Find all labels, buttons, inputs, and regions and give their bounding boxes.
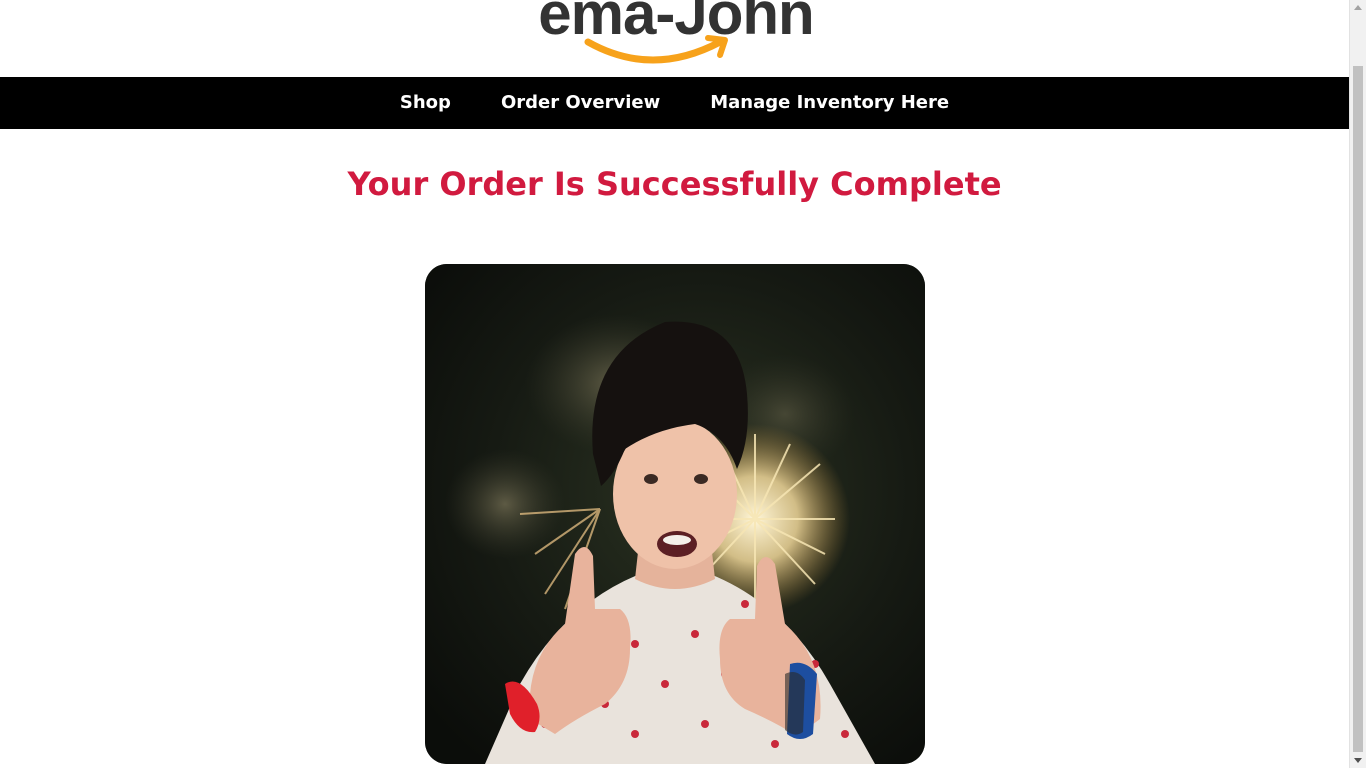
celebration-image <box>425 264 925 764</box>
logo-smile-icon <box>584 35 728 64</box>
nav-link-manage-inventory[interactable]: Manage Inventory Here <box>710 77 949 129</box>
browser-viewport: ema-John Shop Order Overview Manage Inve… <box>0 0 1349 768</box>
site-header: ema-John <box>0 0 1349 77</box>
scrollbar-thumb[interactable] <box>1353 66 1363 752</box>
celebration-illustration <box>425 264 925 764</box>
scroll-down-arrow-icon[interactable] <box>1354 758 1362 763</box>
page: ema-John Shop Order Overview Manage Inve… <box>0 0 1366 768</box>
nav-link-shop[interactable]: Shop <box>400 77 451 129</box>
logo[interactable]: ema-John <box>524 0 828 70</box>
order-success-heading: Your Order Is Successfully Complete <box>347 165 1002 203</box>
main-nav: Shop Order Overview Manage Inventory Her… <box>0 77 1349 129</box>
nav-link-order-overview[interactable]: Order Overview <box>501 77 660 129</box>
scroll-up-arrow-icon[interactable] <box>1354 5 1362 10</box>
vertical-scrollbar[interactable] <box>1349 0 1366 768</box>
